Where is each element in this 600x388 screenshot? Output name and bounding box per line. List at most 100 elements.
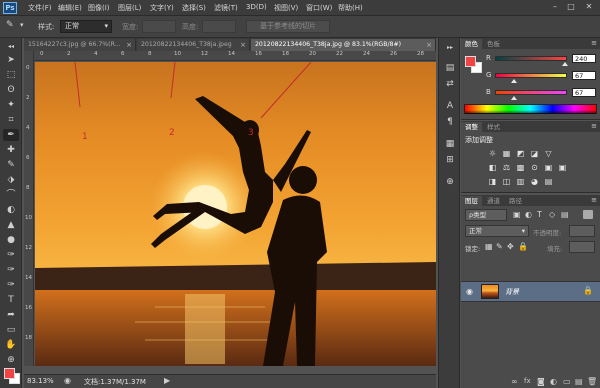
color-balance-icon[interactable]: ⚖	[501, 163, 512, 173]
foreground-color-swatch[interactable]	[4, 368, 15, 379]
black-white-icon[interactable]: ▩	[515, 163, 526, 173]
photo-filter-icon[interactable]: ⊙	[529, 163, 540, 173]
new-adjustment-layer-icon[interactable]: ◐	[550, 377, 557, 386]
trash-icon[interactable]: 🗑	[587, 377, 597, 386]
type-tool-icon[interactable]: T	[3, 294, 19, 306]
curves-icon[interactable]: ◩	[515, 149, 526, 159]
menu-select[interactable]: 选择(S)	[182, 3, 206, 13]
slices-from-guides-button[interactable]: 基于参考线的切片	[246, 20, 330, 33]
menu-window[interactable]: 窗口(W)	[306, 3, 332, 13]
menu-layer[interactable]: 图层(L)	[118, 3, 141, 13]
tool-presets-panel-icon[interactable]: ⊕	[444, 176, 456, 188]
tools-collapse-icon[interactable]: ◂◂	[3, 41, 19, 53]
menu-type[interactable]: 文字(Y)	[150, 3, 174, 13]
lasso-tool-icon[interactable]: ʘ	[3, 84, 19, 96]
hand-tool-icon[interactable]: ✋	[3, 339, 19, 351]
style-select[interactable]: 正常 ▾	[60, 20, 112, 33]
brightness-contrast-icon[interactable]: ☼	[487, 149, 498, 159]
healing-brush-tool-icon[interactable]: ✎	[3, 159, 19, 171]
menu-view[interactable]: 视图(V)	[274, 3, 298, 13]
menu-3d[interactable]: 3D(D)	[246, 3, 267, 11]
tab-adjustments[interactable]: 调整	[461, 122, 482, 132]
hue-saturation-icon[interactable]: ◧	[487, 163, 498, 173]
layer-kind-filter[interactable]: ρ类型	[465, 209, 507, 221]
pixel-filter-icon[interactable]: ▣	[513, 210, 521, 219]
filter-toggle-icon[interactable]	[583, 210, 593, 219]
move-tool-icon[interactable]: ➤	[3, 54, 19, 66]
posterize-icon[interactable]: ◫	[501, 177, 512, 187]
adjustment-filter-icon[interactable]: ◐	[525, 210, 532, 219]
slider-g-track[interactable]	[495, 73, 567, 78]
smart-object-filter-icon[interactable]: ▤	[561, 210, 569, 219]
status-info-icon[interactable]: ◉	[64, 376, 71, 385]
eraser-tool-icon[interactable]: ▲	[3, 219, 19, 231]
clone-source-panel-icon[interactable]: ⊞	[444, 154, 456, 166]
rectangle-tool-icon[interactable]: ▭	[3, 324, 19, 336]
clone-stamp-tool-icon[interactable]: ⌒	[3, 189, 19, 201]
slider-r-track[interactable]	[495, 56, 567, 61]
tool-preset-chevron-icon[interactable]: ▾	[20, 21, 24, 29]
invert-icon[interactable]: ◨	[487, 177, 498, 187]
opacity-field[interactable]	[569, 225, 595, 237]
tab-channels[interactable]: 通道	[483, 196, 504, 206]
tab-layers[interactable]: 图层	[461, 196, 482, 206]
menu-image[interactable]: 图像(I)	[88, 3, 110, 13]
slider-g-knob[interactable]	[511, 79, 517, 83]
menu-help[interactable]: 帮助(H)	[338, 3, 363, 13]
fill-field[interactable]	[569, 241, 595, 253]
menu-file[interactable]: 文件(F)	[28, 3, 52, 13]
pen-tool-icon[interactable]: ✑	[3, 279, 19, 291]
slice-tool-icon[interactable]: ✎	[6, 20, 14, 30]
slice-tool-icon[interactable]: ✒	[3, 129, 19, 141]
layer-row-background[interactable]: ◉ 背景 🔒	[461, 281, 600, 302]
levels-icon[interactable]: ▦	[501, 149, 512, 159]
brush-tool-icon[interactable]: ⬗	[3, 174, 19, 186]
type-filter-icon[interactable]: T	[537, 210, 542, 219]
slider-b-track[interactable]	[495, 90, 567, 95]
link-layers-icon[interactable]: ∞	[511, 377, 518, 386]
tab-document-2[interactable]: 20120822134406_T38ja.jpeg ×	[137, 39, 250, 51]
brush-panel-icon[interactable]: ▦	[444, 138, 456, 150]
channel-b-value[interactable]: 67	[572, 88, 596, 97]
exposure-icon[interactable]: ◪	[529, 149, 540, 159]
close-icon[interactable]: ×	[126, 39, 132, 51]
character-panel-icon[interactable]: A	[444, 100, 456, 112]
color-spectrum-ramp[interactable]	[464, 104, 597, 114]
channel-g-value[interactable]: 67	[572, 71, 596, 80]
layer-style-icon[interactable]: fx	[524, 377, 531, 385]
new-group-icon[interactable]: ▭	[563, 377, 571, 386]
color-lookup-icon[interactable]: ▣	[557, 163, 568, 173]
width-field[interactable]	[142, 20, 176, 33]
minimize-icon[interactable]: –	[548, 1, 562, 13]
layer-mask-icon[interactable]: ◙	[537, 377, 545, 386]
menu-filter[interactable]: 滤镜(T)	[214, 3, 238, 13]
blend-mode-select[interactable]: 正常 ▾	[465, 225, 529, 237]
restore-icon[interactable]: □	[564, 1, 578, 13]
close-icon[interactable]: ×	[426, 39, 432, 51]
gradient-tool-icon[interactable]: ●	[3, 234, 19, 246]
blur-tool-icon[interactable]: ✑	[3, 249, 19, 261]
slider-b-knob[interactable]	[511, 96, 517, 100]
path-selection-tool-icon[interactable]: ➦	[3, 309, 19, 321]
document-canvas[interactable]: 1 2 3	[35, 62, 436, 366]
menu-edit[interactable]: 编辑(E)	[58, 3, 82, 13]
crop-tool-icon[interactable]: ⌗	[3, 114, 19, 126]
selective-color-icon[interactable]: ◕	[529, 177, 540, 187]
history-panel-icon[interactable]: ▤	[444, 62, 456, 74]
lock-transparent-icon[interactable]: ▦	[485, 242, 493, 251]
height-field[interactable]	[202, 20, 236, 33]
new-layer-icon[interactable]: ▤	[575, 377, 583, 386]
lock-position-icon[interactable]: ✥	[507, 242, 514, 251]
foreground-color-swatch[interactable]	[465, 56, 476, 67]
eyedropper-tool-icon[interactable]: ✚	[3, 144, 19, 156]
tab-document-1[interactable]: 15164227c3.jpg @ 66.7%(R... ×	[24, 39, 136, 51]
history-brush-tool-icon[interactable]: ◐	[3, 204, 19, 216]
tab-styles[interactable]: 样式	[483, 122, 504, 132]
threshold-icon[interactable]: ▥	[515, 177, 526, 187]
gradient-map-icon[interactable]: ▤	[543, 177, 554, 187]
slider-r-knob[interactable]	[562, 62, 568, 66]
zoom-level[interactable]: 83.13%	[27, 377, 54, 385]
close-icon[interactable]: ×	[240, 39, 246, 51]
dodge-tool-icon[interactable]: ✑	[3, 264, 19, 276]
tab-paths[interactable]: 路径	[505, 196, 526, 206]
